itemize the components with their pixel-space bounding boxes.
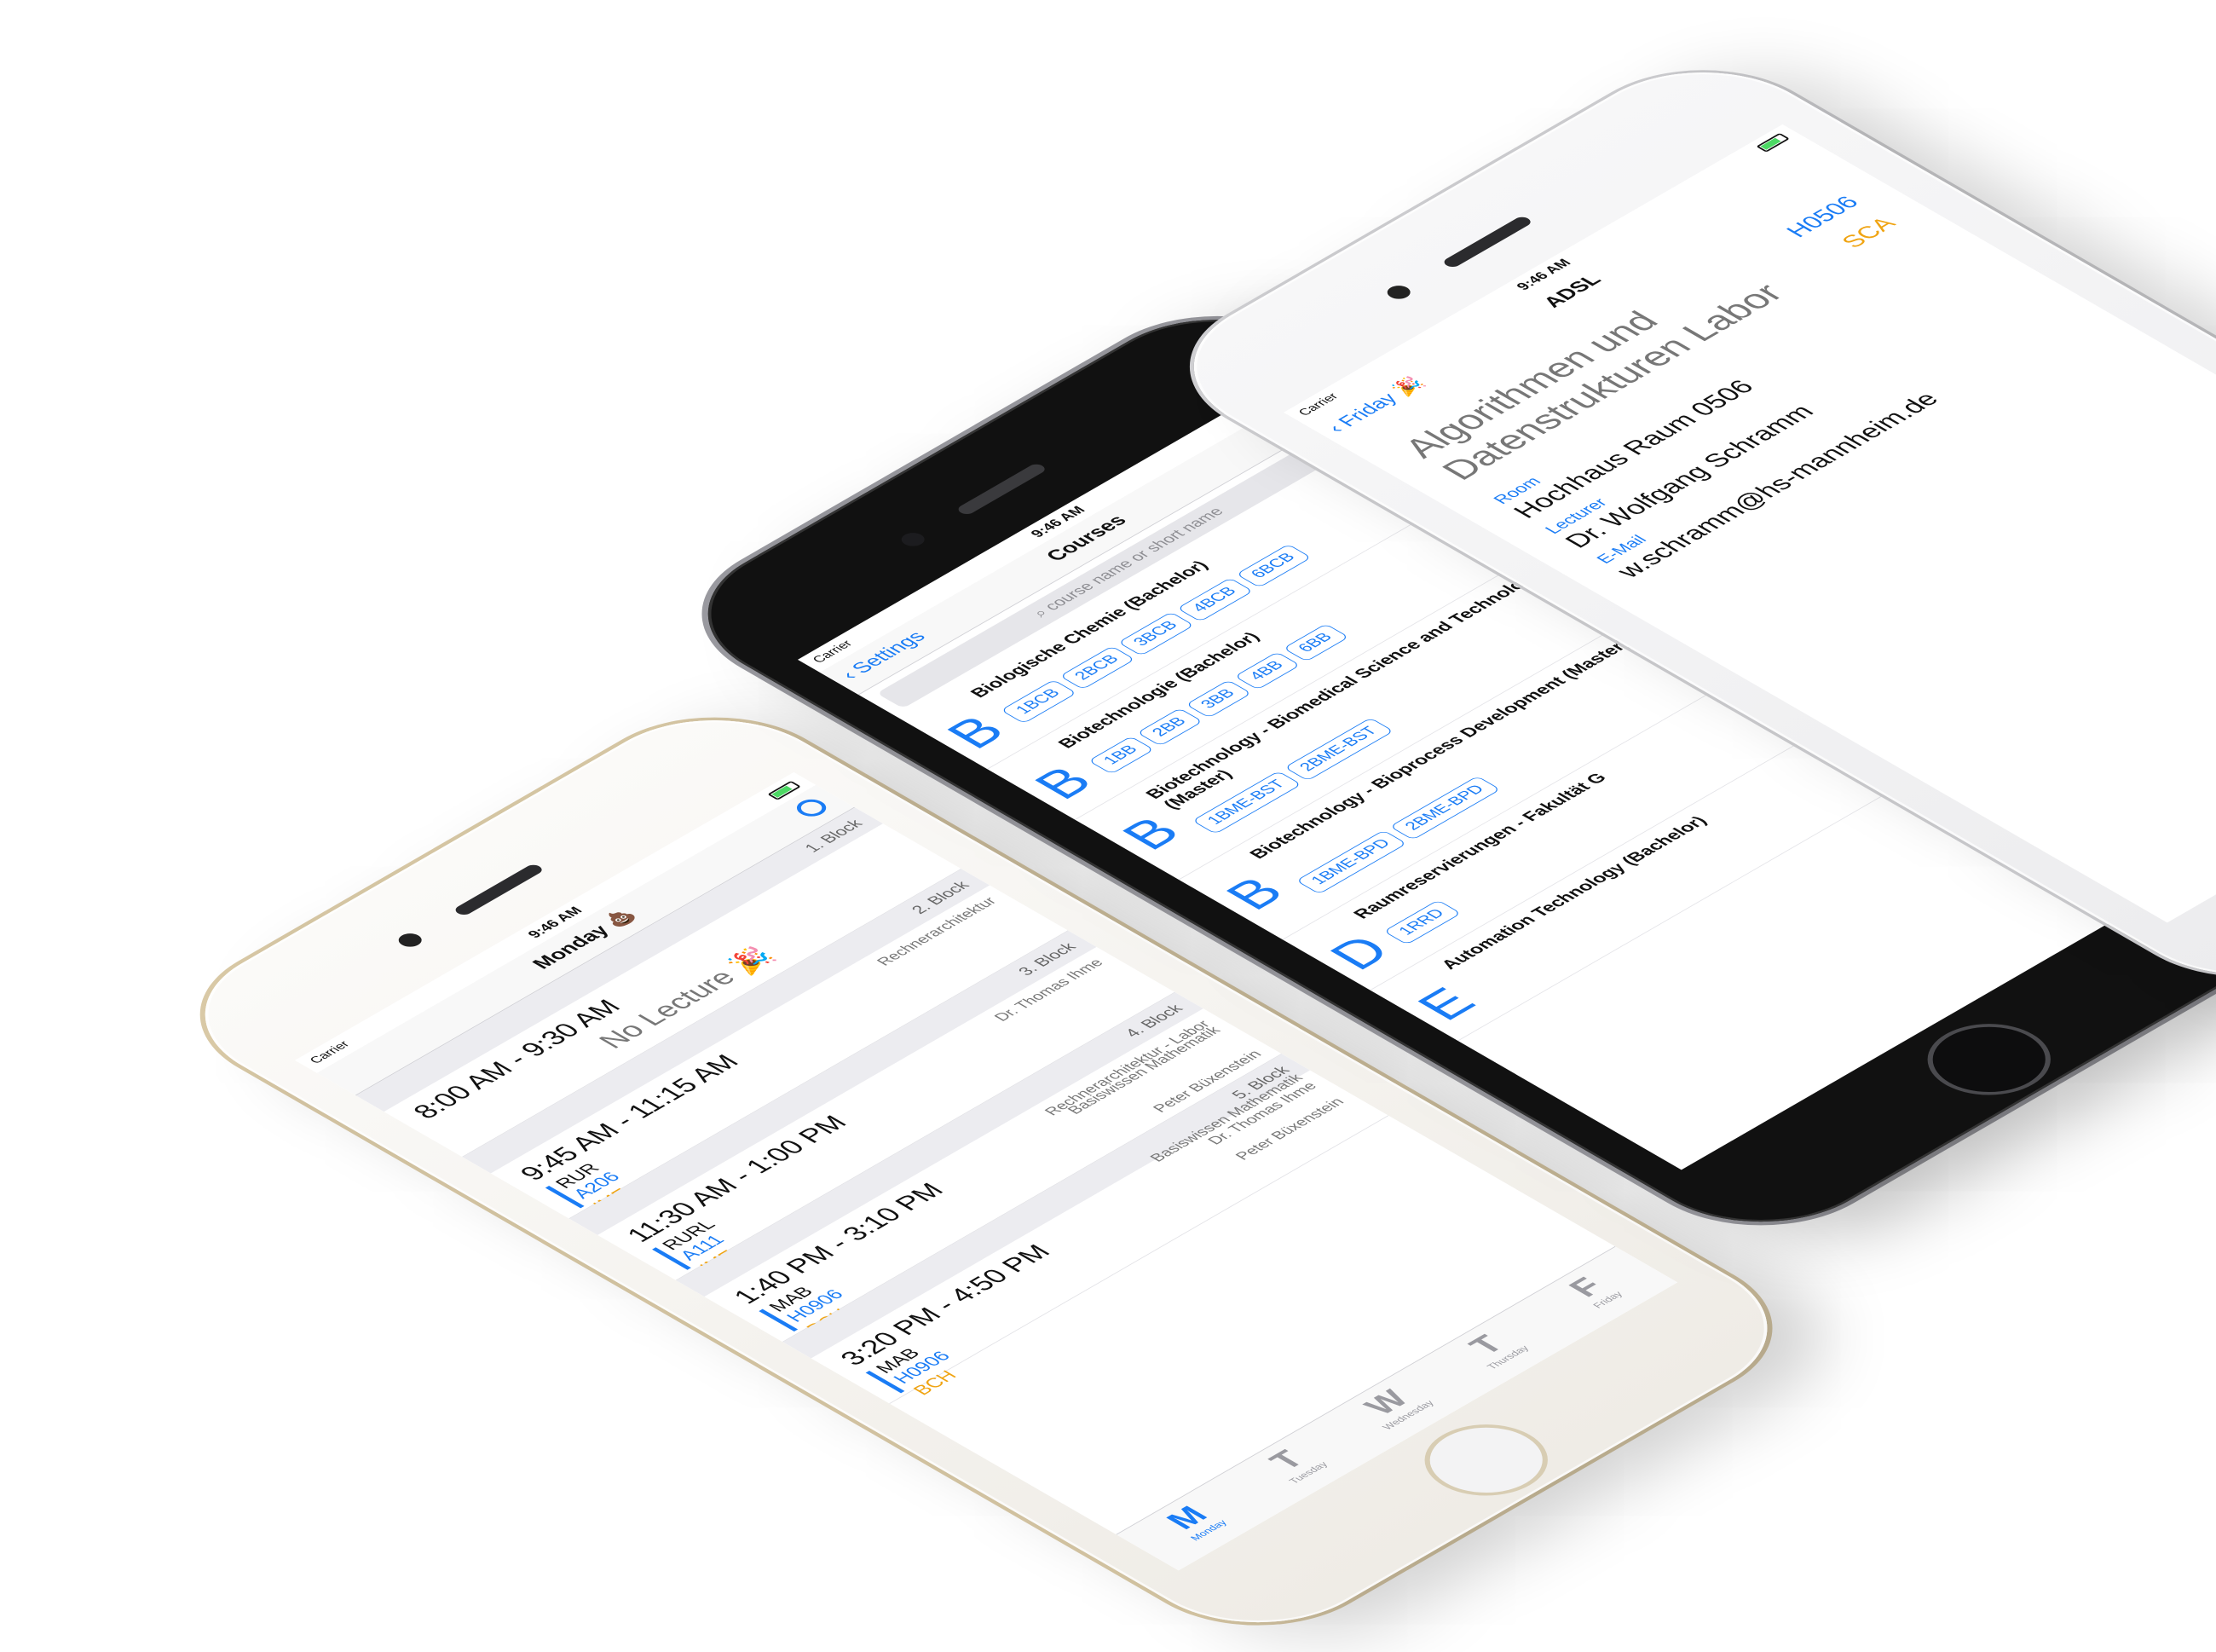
front-camera [897, 529, 930, 549]
weekday-tabbar: M Monday T Tuesday W Wednesday T Thursday FF… [1116, 1246, 1678, 1571]
section-letter: B [1020, 758, 1105, 807]
earpiece-speaker [955, 462, 1048, 517]
semester-tag[interactable]: 3BB [1185, 679, 1252, 719]
front-camera [1382, 282, 1416, 302]
section-letter: B [1108, 809, 1193, 858]
semester-tag[interactable]: 2BCB [1059, 645, 1136, 690]
semester-tag[interactable]: 1BB [1088, 736, 1155, 775]
semester-tag[interactable]: 6BB [1282, 623, 1349, 662]
semester-tag[interactable]: 1BCB [1000, 679, 1077, 725]
semester-tag[interactable]: 3BCB [1117, 611, 1195, 656]
section-letter: B [932, 708, 1019, 757]
semester-tag[interactable]: 2BB [1136, 708, 1203, 747]
earpiece-speaker [1440, 215, 1534, 269]
semester-tag[interactable]: 4BCB [1176, 577, 1254, 622]
section-letter: B [1212, 869, 1297, 918]
lecturer-short: SCA [1835, 213, 1901, 251]
semester-tag[interactable]: 1RRD [1383, 899, 1462, 945]
semester-tag[interactable]: 4BB [1233, 651, 1301, 690]
semester-tag[interactable]: 6BCB [1235, 543, 1313, 588]
front-camera [394, 930, 427, 950]
earpiece-speaker [452, 863, 545, 917]
section-letter: E [1404, 979, 1489, 1029]
